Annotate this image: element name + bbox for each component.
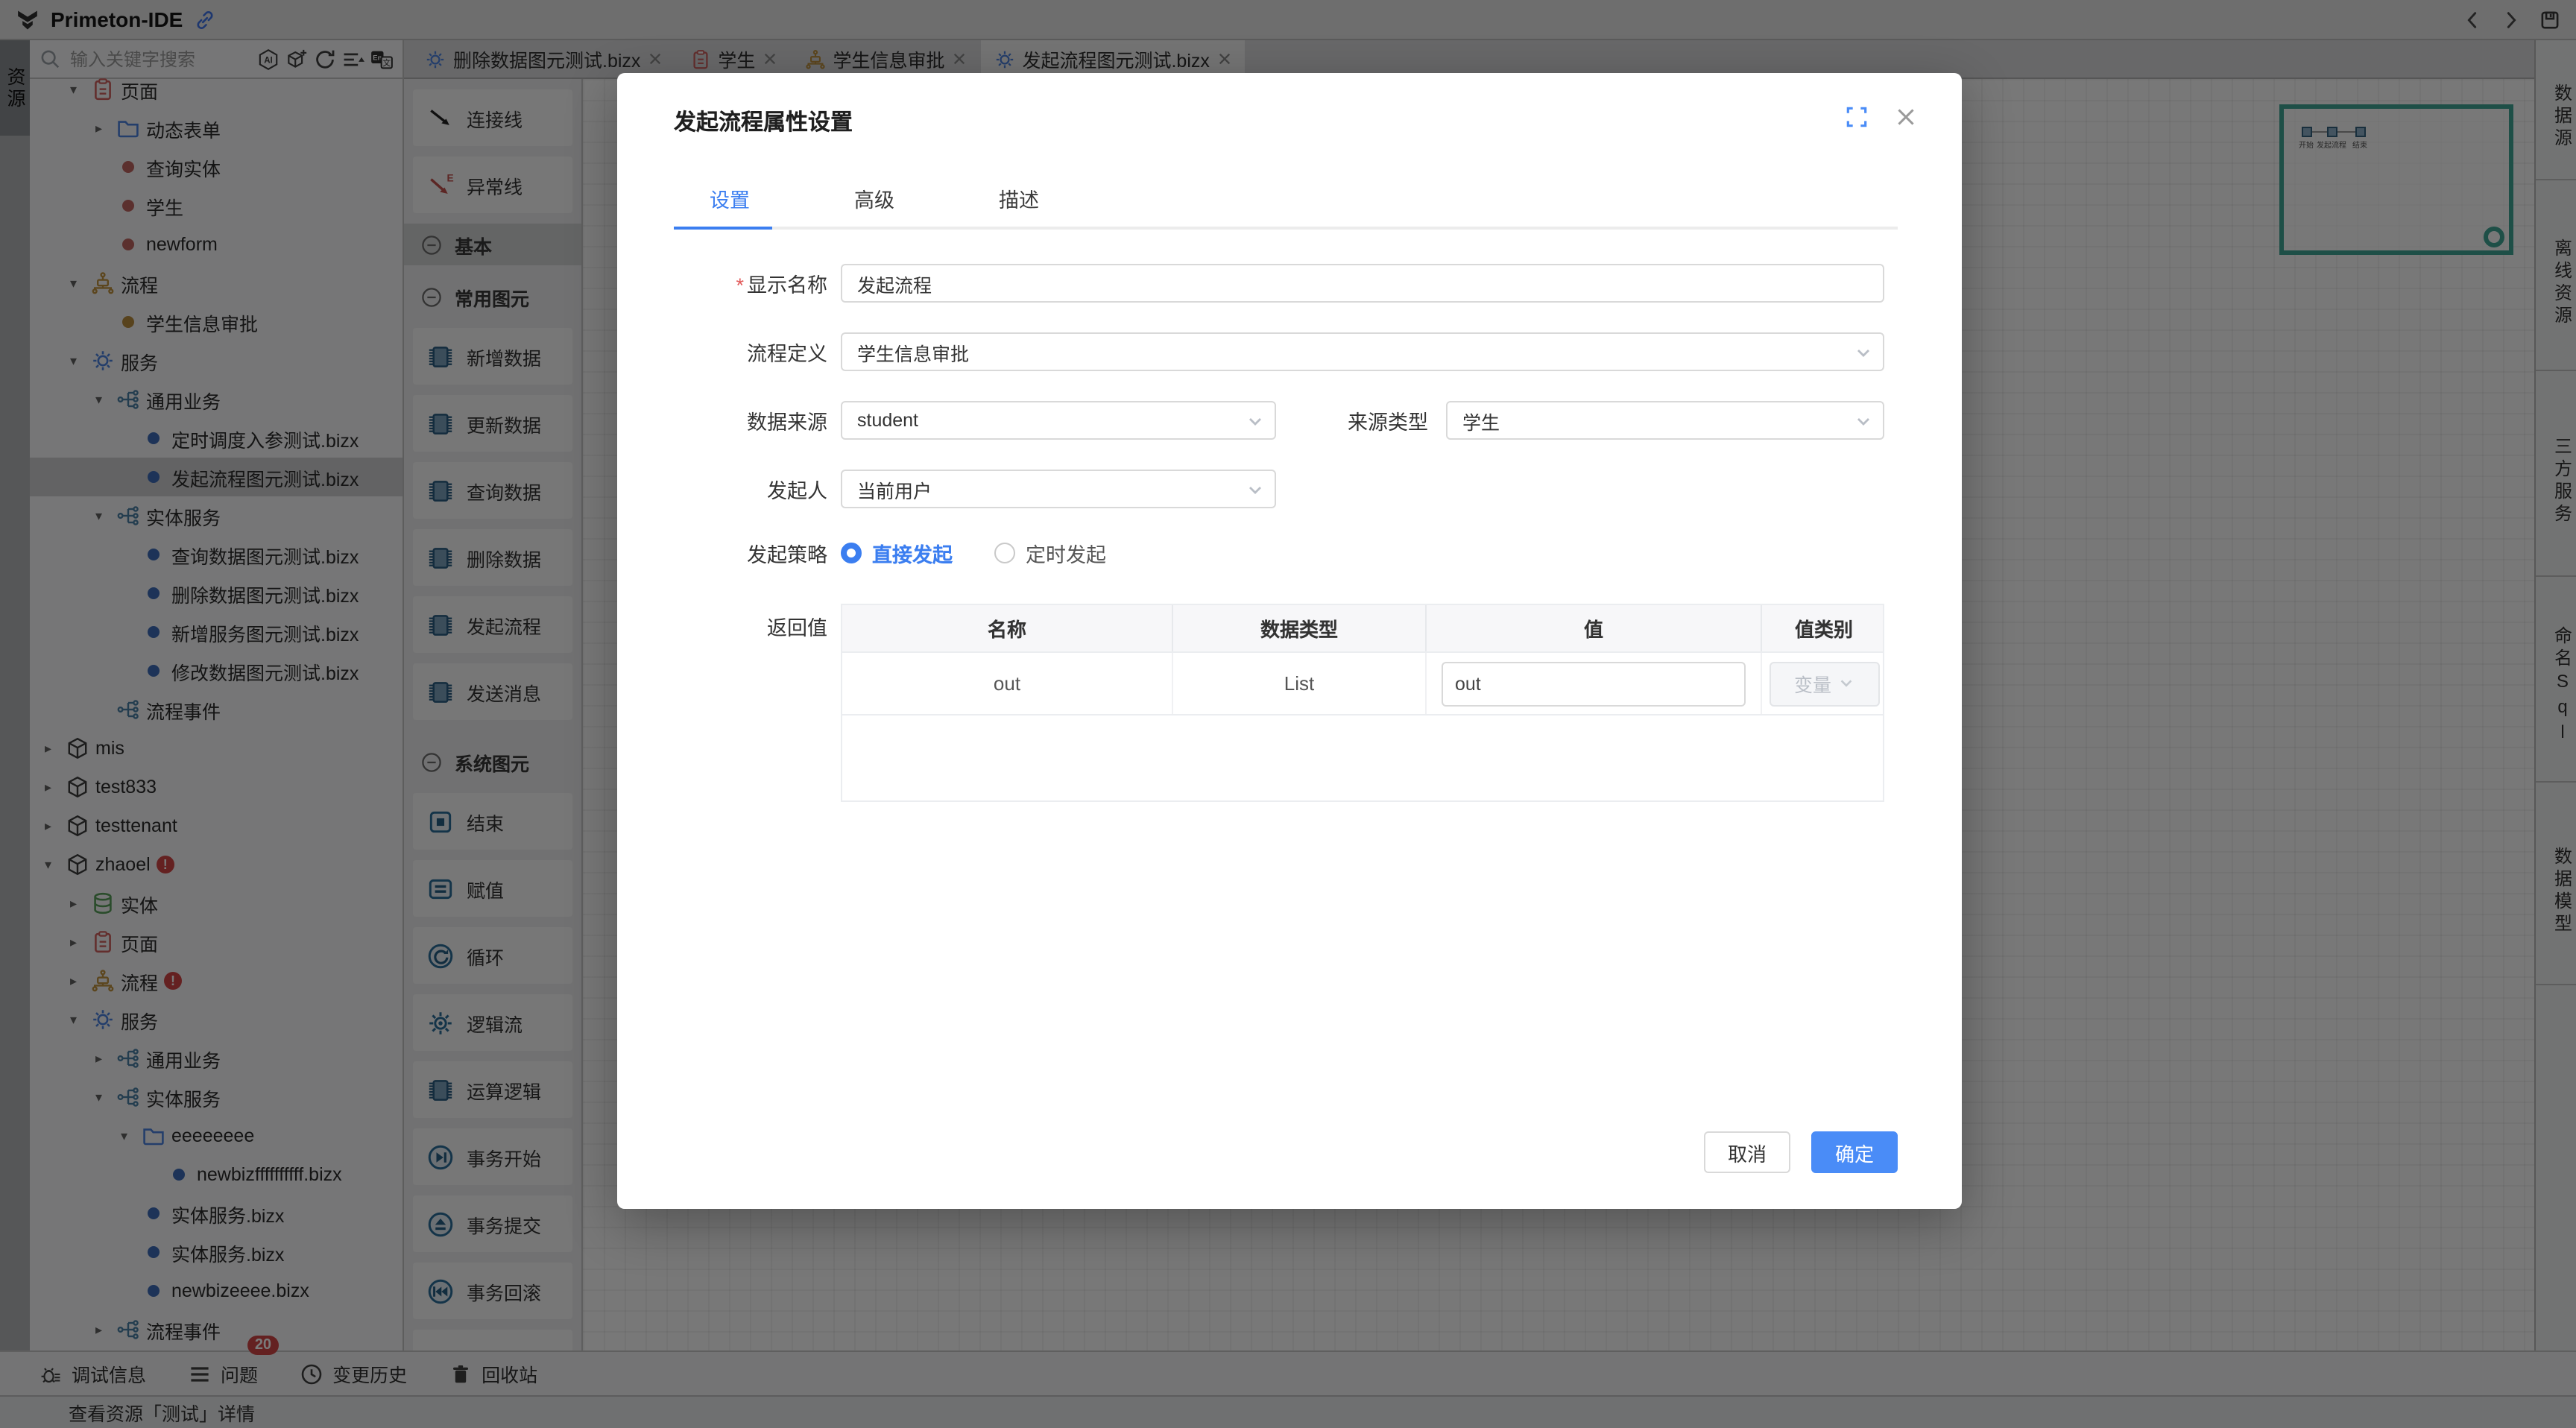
source-type-label: 来源类型 — [1345, 405, 1446, 435]
process-definition-label: 流程定义 — [674, 337, 841, 367]
display-name-input[interactable] — [841, 264, 1884, 303]
required-asterisk: * — [736, 274, 744, 297]
chevron-down-icon — [1837, 675, 1854, 692]
active-tab-indicator — [674, 227, 772, 230]
return-value-label: 返回值 — [674, 604, 841, 653]
radio-direct-launch-label[interactable]: 直接发起 — [872, 538, 953, 568]
process-properties-modal: 发起流程属性设置 设置 高级 描述 *显示名称 流程定义 学生信息审 — [617, 73, 1962, 1209]
value-kind-select[interactable]: 变量 — [1769, 661, 1879, 706]
chevron-down-icon — [1854, 344, 1872, 362]
table-header: 名称 数据类型 值 值类别 — [841, 604, 1884, 653]
col-name: 名称 — [842, 605, 1173, 651]
col-value-kind: 值类别 — [1762, 605, 1886, 651]
table-empty-area — [841, 715, 1884, 802]
data-source-label: 数据来源 — [674, 405, 841, 435]
modal-tab-bar: 设置 高级 描述 — [674, 183, 1039, 213]
source-type-select[interactable]: 学生 — [1446, 401, 1884, 440]
modal-form: *显示名称 流程定义 学生信息审批 数据来源 student — [674, 264, 1898, 832]
close-icon[interactable] — [1893, 104, 1919, 130]
tab-description[interactable]: 描述 — [999, 183, 1039, 213]
radio-direct-launch[interactable] — [841, 543, 862, 563]
radio-scheduled-launch-label[interactable]: 定时发起 — [1026, 538, 1106, 568]
tab-settings[interactable]: 设置 — [710, 183, 750, 213]
return-value-table: 名称 数据类型 值 值类别 out List 变量 — [841, 604, 1884, 802]
strategy-label: 发起策略 — [674, 538, 841, 568]
col-value: 值 — [1427, 605, 1762, 651]
initiator-label: 发起人 — [674, 474, 841, 504]
modal-title: 发起流程属性设置 — [674, 106, 853, 137]
cell-data-type: List — [1173, 653, 1427, 714]
tab-divider — [674, 227, 1898, 230]
tab-advanced[interactable]: 高级 — [854, 183, 894, 213]
modal-footer: 取消 确定 — [1704, 1131, 1898, 1173]
cancel-button[interactable]: 取消 — [1704, 1131, 1790, 1173]
fullscreen-icon[interactable] — [1844, 104, 1869, 130]
chevron-down-icon — [1246, 481, 1264, 499]
ide-window: Primeton-IDE 资源 AIEn文 ▾页面▸动态表单 — [0, 0, 2576, 1428]
data-source-select[interactable]: student — [841, 401, 1276, 440]
process-definition-select[interactable]: 学生信息审批 — [841, 332, 1884, 371]
table-row: out List 变量 — [841, 653, 1884, 715]
value-input[interactable] — [1442, 661, 1746, 706]
cell-name: out — [842, 653, 1173, 714]
chevron-down-icon — [1246, 413, 1264, 431]
chevron-down-icon — [1854, 413, 1872, 431]
col-data-type: 数据类型 — [1173, 605, 1427, 651]
initiator-select[interactable]: 当前用户 — [841, 470, 1276, 508]
ok-button[interactable]: 确定 — [1811, 1131, 1898, 1173]
radio-scheduled-launch[interactable] — [994, 543, 1015, 563]
display-name-label: *显示名称 — [674, 268, 841, 298]
